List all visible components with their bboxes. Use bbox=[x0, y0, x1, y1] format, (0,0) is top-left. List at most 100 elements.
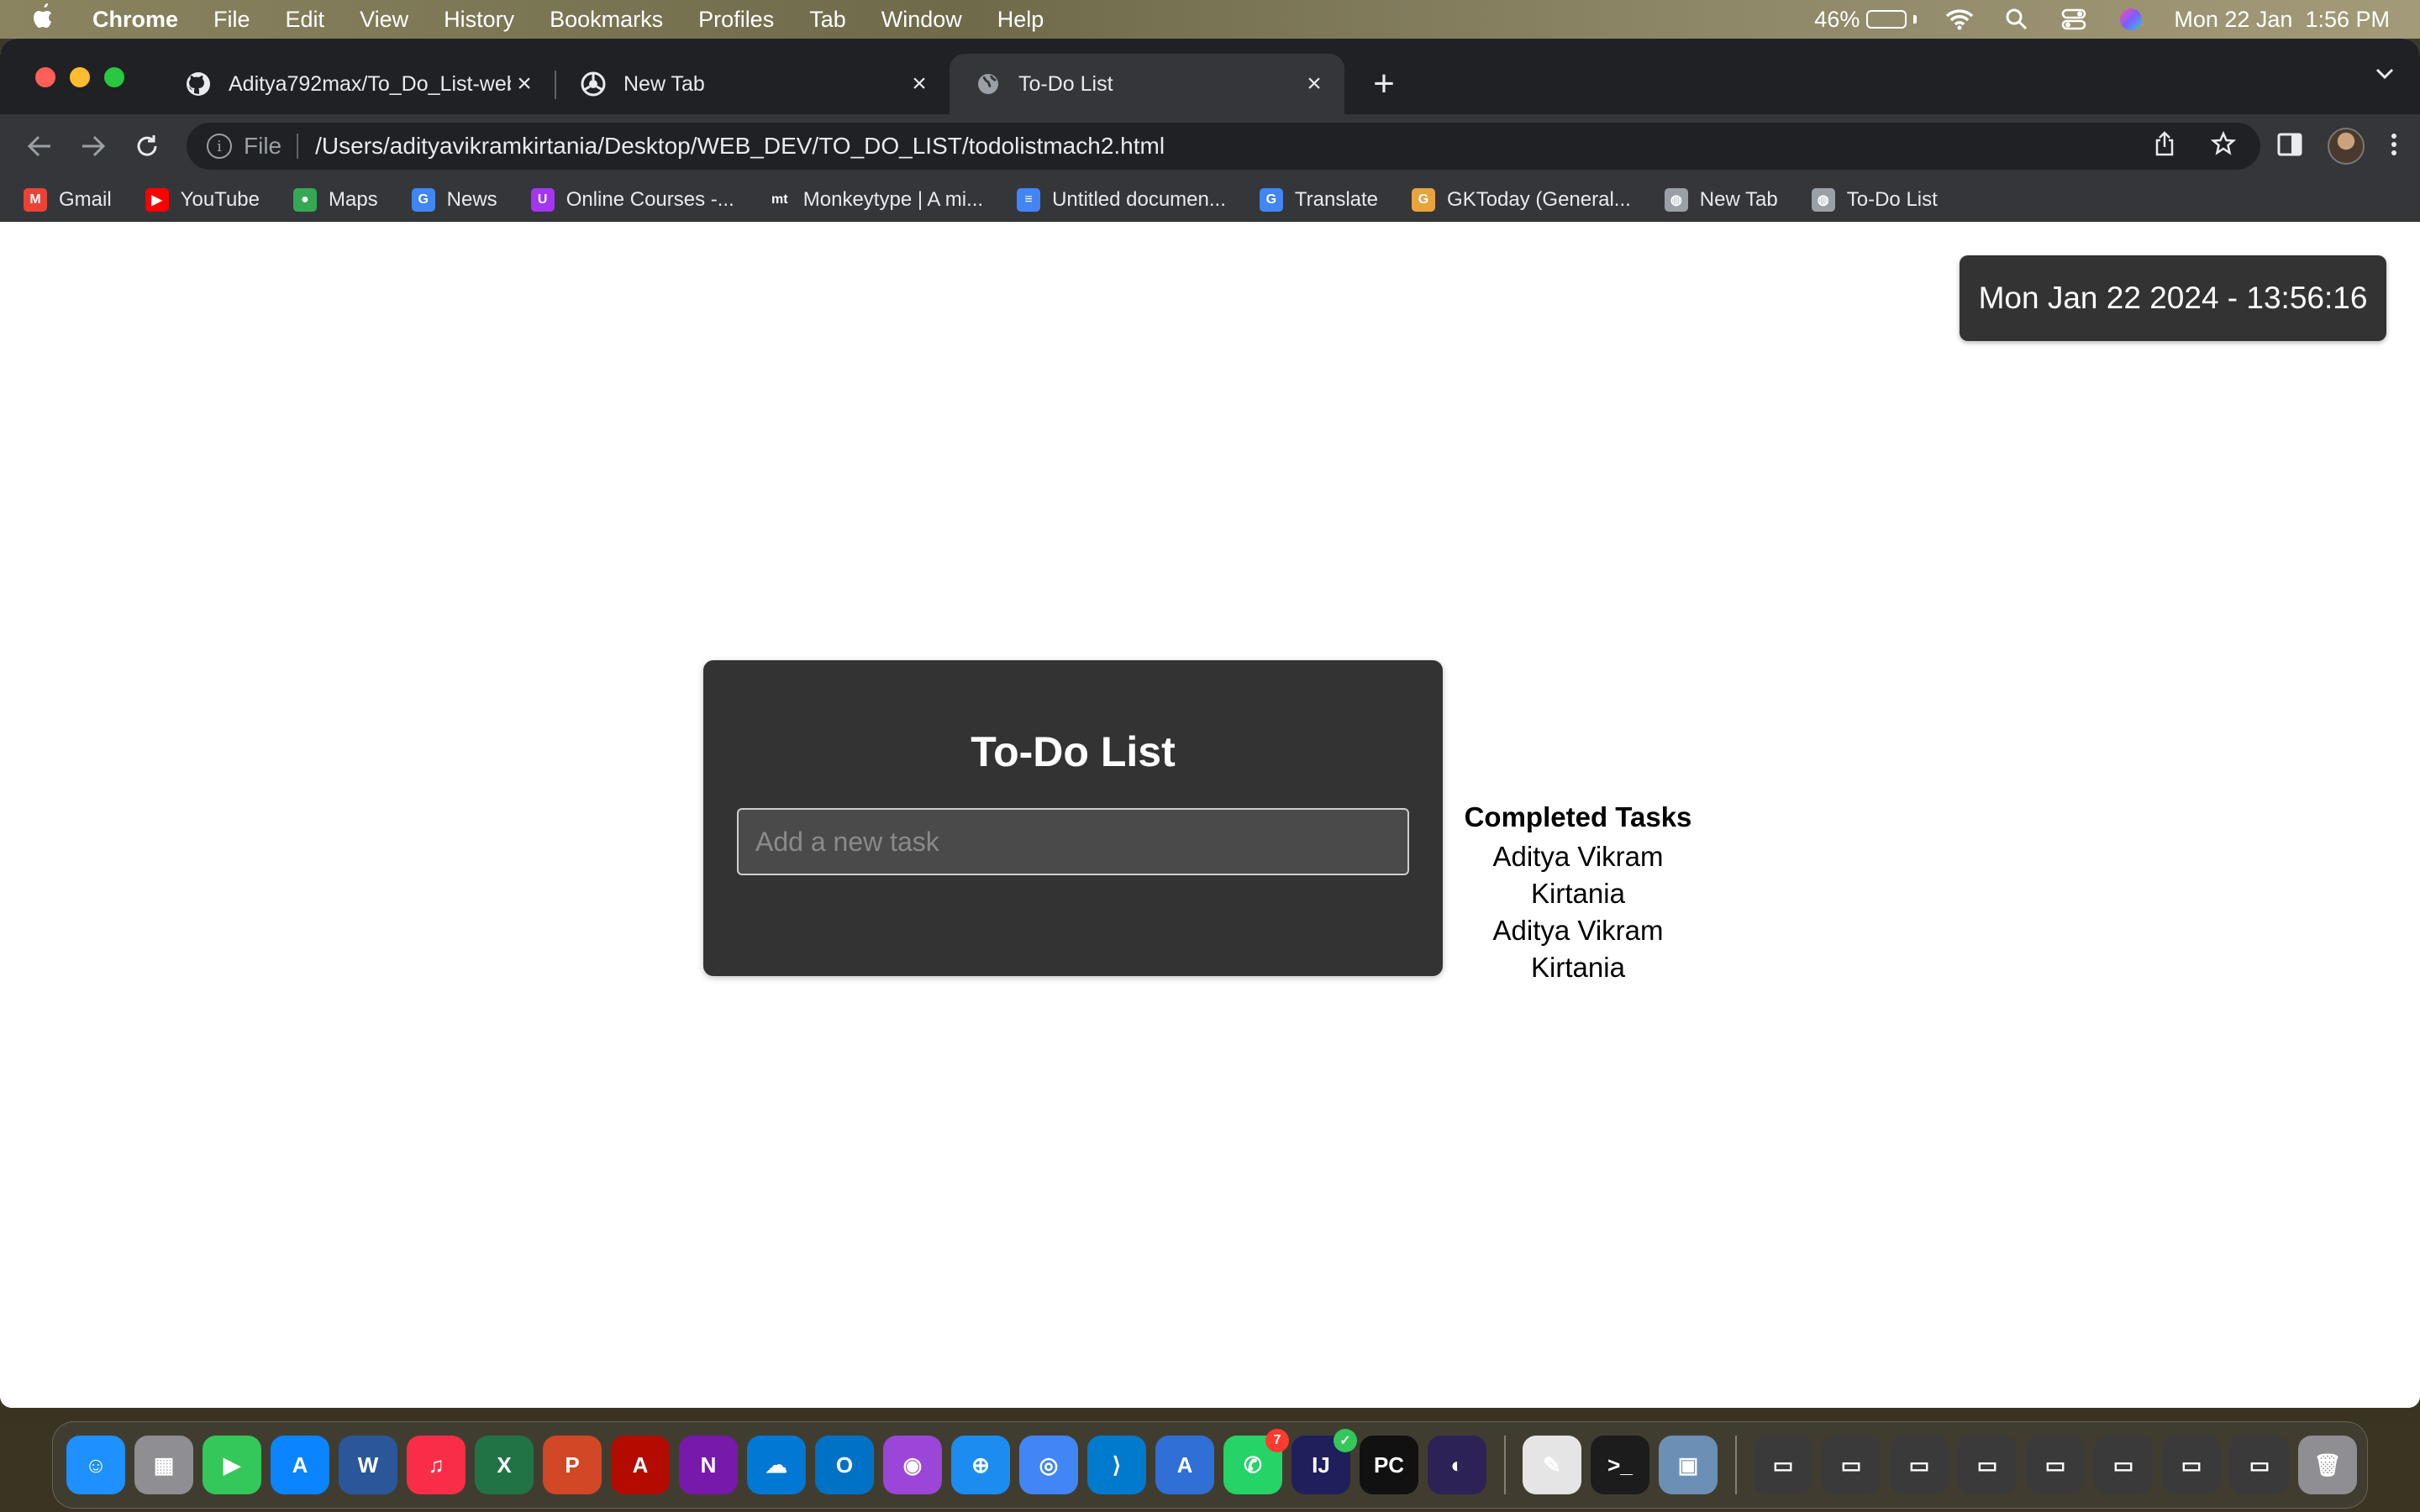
trash-icon[interactable]: 🗑 bbox=[2298, 1436, 2357, 1494]
preview-icon[interactable]: ▣ bbox=[1659, 1436, 1718, 1494]
menu-app-name[interactable]: Chrome bbox=[92, 7, 178, 33]
site-info-icon[interactable]: i bbox=[207, 134, 232, 159]
menu-tab[interactable]: Tab bbox=[809, 7, 846, 33]
vscode-icon[interactable]: ⟩ bbox=[1087, 1436, 1146, 1494]
bookmarks-bar: M Gmail ▶ YouTube ● Maps G News U Online Courses … bbox=[0, 178, 2420, 222]
close-window-button[interactable] bbox=[35, 67, 55, 87]
powerpoint-icon[interactable]: P bbox=[543, 1436, 602, 1494]
xcode-instruments-icon[interactable]: A bbox=[1155, 1436, 1214, 1494]
tab-title: To-Do List bbox=[1018, 71, 1113, 96]
news-icon: G bbox=[411, 187, 435, 212]
completed-task-item[interactable]: Aditya Vikram Kirtania bbox=[1444, 912, 1712, 986]
menu-edit[interactable]: Edit bbox=[286, 7, 325, 33]
new-tab-button[interactable]: + bbox=[1363, 54, 1405, 114]
minimized-window-icon[interactable]: ▭ bbox=[2026, 1436, 2085, 1494]
outlook-icon[interactable]: O bbox=[815, 1436, 874, 1494]
dock-glyph: W bbox=[357, 1452, 379, 1478]
control-center-icon[interactable] bbox=[2060, 7, 2088, 32]
tab-to-do-list[interactable]: To-Do List × bbox=[950, 54, 1344, 114]
bookmark-item[interactable]: mt Monkeytype | A mi... bbox=[767, 187, 983, 212]
dock-glyph: A bbox=[632, 1452, 649, 1478]
dock-glyph: ◉ bbox=[902, 1452, 923, 1478]
bookmark-label: New Tab bbox=[1699, 187, 1778, 211]
textedit-icon[interactable]: ✎ bbox=[1523, 1436, 1581, 1494]
siri-icon[interactable] bbox=[2117, 7, 2145, 32]
bookmark-item[interactable]: ≡ Untitled documen... bbox=[1017, 187, 1226, 212]
launchpad-icon[interactable]: ▦ bbox=[134, 1436, 193, 1494]
chrome-icon[interactable]: ◎ bbox=[1019, 1436, 1078, 1494]
eclipse-icon[interactable]: ◐ bbox=[1428, 1436, 1486, 1494]
pycharm-icon[interactable]: PC bbox=[1360, 1436, 1418, 1494]
menu-help[interactable]: Help bbox=[997, 7, 1044, 33]
tab-search-chevron-icon[interactable] bbox=[2375, 60, 2395, 87]
wifi-icon[interactable] bbox=[1945, 7, 1974, 32]
url-text[interactable]: /Users/adityavikramkirtania/Desktop/WEB_… bbox=[315, 133, 2123, 160]
menu-profiles[interactable]: Profiles bbox=[698, 7, 774, 33]
bookmark-item[interactable]: G GKToday (General... bbox=[1412, 187, 1631, 212]
minimized-window-icon[interactable]: ▭ bbox=[2094, 1436, 2153, 1494]
bookmark-item[interactable]: ◍ New Tab bbox=[1664, 187, 1778, 212]
more-menu-icon[interactable] bbox=[2390, 132, 2398, 161]
menubar-clock[interactable]: Mon 22 Jan 1:56 PM bbox=[2174, 7, 2390, 33]
minimized-window-icon[interactable]: ▭ bbox=[1890, 1436, 1949, 1494]
dock-glyph: ▣ bbox=[1677, 1452, 1699, 1478]
facetime-icon[interactable]: ▶ bbox=[203, 1436, 261, 1494]
bookmark-star-icon[interactable] bbox=[2207, 130, 2240, 162]
tab-github[interactable]: Aditya792max/To_Do_List-web × bbox=[160, 54, 555, 114]
word-icon[interactable]: W bbox=[339, 1436, 397, 1494]
apple-menu-icon[interactable] bbox=[30, 2, 64, 37]
safari-icon[interactable]: ⊕ bbox=[951, 1436, 1010, 1494]
podcasts-icon[interactable]: ◉ bbox=[883, 1436, 942, 1494]
menu-view[interactable]: View bbox=[360, 7, 408, 33]
reload-icon[interactable] bbox=[129, 129, 165, 164]
gmail-icon: M bbox=[24, 187, 47, 212]
spotlight-search-icon[interactable] bbox=[2002, 7, 2031, 32]
dock-glyph: PC bbox=[1373, 1452, 1405, 1478]
udemy-icon: U bbox=[530, 187, 555, 212]
whatsapp-icon[interactable]: ✆ 7 bbox=[1223, 1429, 1289, 1494]
excel-icon[interactable]: X bbox=[475, 1436, 534, 1494]
app-store-icon[interactable]: A bbox=[271, 1436, 329, 1494]
tab-title: New Tab bbox=[623, 71, 705, 96]
dock-glyph: ▭ bbox=[1976, 1452, 1998, 1478]
acrobat-icon[interactable]: A bbox=[611, 1436, 670, 1494]
minimized-window-icon[interactable]: ▭ bbox=[1958, 1436, 2017, 1494]
battery-status[interactable]: 46% bbox=[1814, 7, 1918, 33]
terminal-icon[interactable]: >_ bbox=[1591, 1436, 1649, 1494]
menu-bookmarks[interactable]: Bookmarks bbox=[550, 7, 663, 33]
completed-task-item[interactable]: Aditya Vikram Kirtania bbox=[1444, 838, 1712, 912]
minimized-window-icon[interactable]: ▭ bbox=[1822, 1436, 1881, 1494]
intellij-icon[interactable]: IJ ✓ bbox=[1292, 1429, 1357, 1494]
bookmark-item[interactable]: ● Maps bbox=[292, 187, 378, 212]
bookmark-item[interactable]: G News bbox=[411, 187, 497, 212]
menu-history[interactable]: History bbox=[444, 7, 514, 33]
share-icon[interactable] bbox=[2148, 130, 2181, 162]
onedrive-icon[interactable]: ☁ bbox=[747, 1436, 806, 1494]
minimize-window-button[interactable] bbox=[70, 67, 90, 87]
globe-icon: ◍ bbox=[1811, 187, 1835, 212]
finder-icon[interactable]: ☺ bbox=[66, 1436, 125, 1494]
new-task-input[interactable] bbox=[737, 808, 1409, 875]
address-bar[interactable]: i File /Users/adityavikramkirtania/Deskt… bbox=[187, 123, 2260, 170]
tab-new-tab[interactable]: New Tab × bbox=[555, 54, 950, 114]
menu-window[interactable]: Window bbox=[881, 7, 962, 33]
tab-close-icon[interactable]: × bbox=[511, 70, 538, 98]
music-icon[interactable]: ♫ bbox=[407, 1436, 466, 1494]
back-arrow-icon[interactable] bbox=[22, 129, 57, 164]
fullscreen-window-button[interactable] bbox=[104, 67, 124, 87]
menu-file[interactable]: File bbox=[213, 7, 250, 33]
minimized-window-icon[interactable]: ▭ bbox=[2162, 1436, 2221, 1494]
tab-close-icon[interactable]: × bbox=[1301, 70, 1328, 98]
forward-arrow-icon[interactable] bbox=[76, 129, 111, 164]
minimized-window-icon[interactable]: ▭ bbox=[2230, 1436, 2289, 1494]
tab-close-icon[interactable]: × bbox=[906, 70, 933, 98]
minimized-window-icon[interactable]: ▭ bbox=[1754, 1436, 1812, 1494]
bookmark-item[interactable]: M Gmail bbox=[24, 187, 112, 212]
bookmark-item[interactable]: G Translate bbox=[1259, 187, 1378, 212]
side-panel-icon[interactable] bbox=[2277, 133, 2302, 160]
profile-avatar[interactable] bbox=[2328, 128, 2365, 165]
bookmark-item[interactable]: U Online Courses -... bbox=[530, 187, 734, 212]
onenote-icon[interactable]: N bbox=[679, 1436, 738, 1494]
bookmark-item[interactable]: ▶ YouTube bbox=[145, 187, 260, 212]
bookmark-item[interactable]: ◍ To-Do List bbox=[1811, 187, 1938, 212]
